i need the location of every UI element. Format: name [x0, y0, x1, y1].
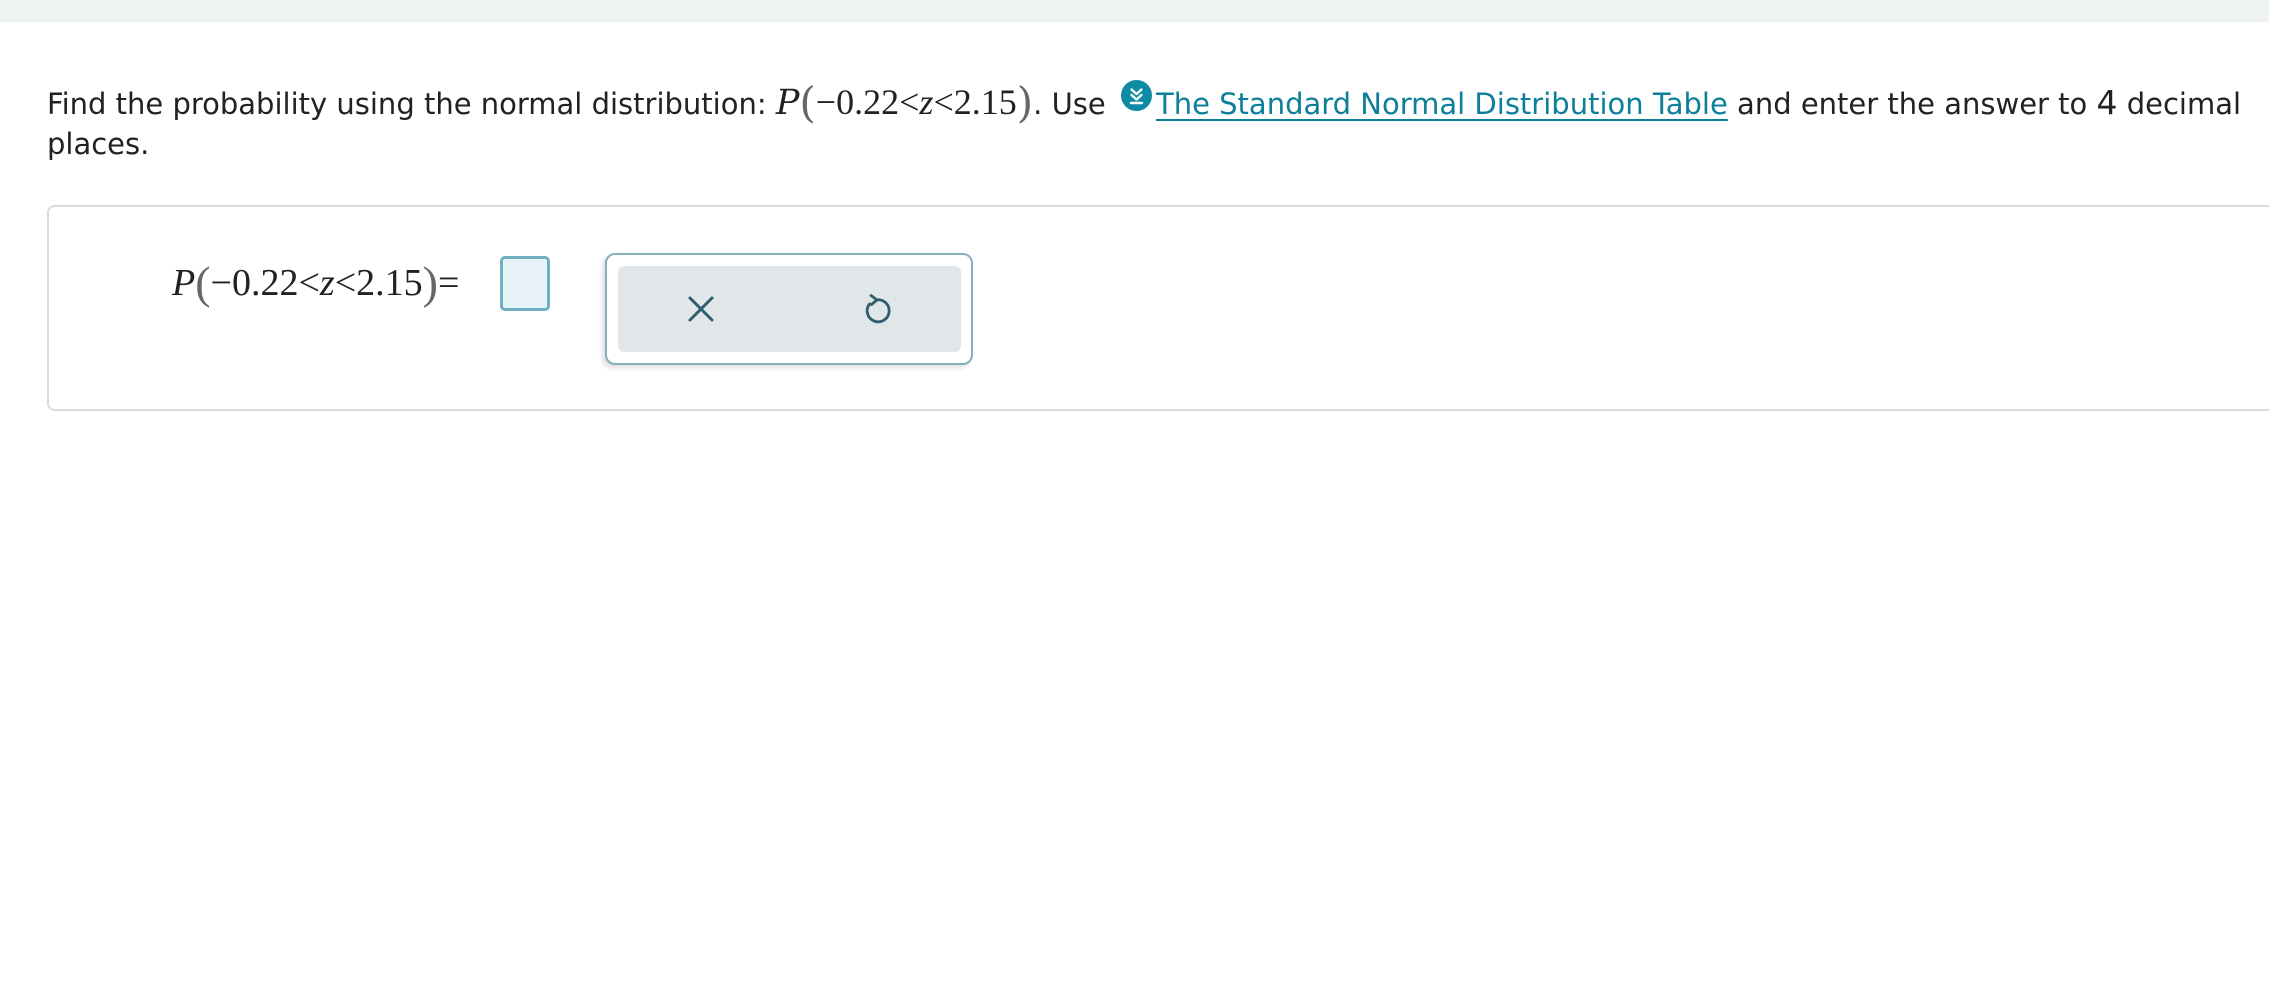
question-text: Find the probability using the normal di… [47, 80, 2257, 164]
eq-upper-bound: 2.15 [356, 262, 423, 304]
eq-variable: z [319, 262, 335, 304]
undo-icon [865, 294, 891, 324]
eq-close-paren: ) [422, 257, 438, 308]
math-less-than: < [899, 82, 920, 122]
eq-less-than: < [334, 262, 357, 304]
question-math: P(−0.22<z<2.15) [775, 82, 1033, 124]
eq-equals: = [437, 262, 460, 304]
question-use-text: . Use [1033, 87, 1115, 121]
math-open-paren: ( [799, 78, 816, 127]
close-icon [688, 296, 714, 322]
eq-lower-bound: −0.22 [210, 262, 299, 304]
math-upper-bound: 2.15 [953, 82, 1017, 122]
math-less-than: < [933, 82, 954, 122]
undo-button[interactable] [856, 289, 896, 329]
eq-prob-symbol: P [172, 262, 196, 304]
question-mid-text: and enter the answer to [1727, 87, 2097, 121]
math-close-paren: ) [1016, 78, 1034, 127]
answer-equation: P(−0.22<z<2.15)= [172, 253, 459, 313]
top-bar [0, 0, 2269, 22]
math-prob-symbol: P [775, 83, 800, 123]
eq-less-than: < [298, 262, 320, 304]
answer-input[interactable] [500, 256, 550, 311]
math-lower-bound: −0.22 [815, 82, 900, 122]
clear-button[interactable] [681, 289, 721, 329]
download-info-icon[interactable] [1120, 80, 1152, 111]
answer-toolbar-inner [618, 266, 961, 352]
answer-toolbar [605, 253, 973, 365]
eq-open-paren: ( [195, 257, 211, 308]
math-variable: z [919, 82, 934, 122]
standard-normal-table-link[interactable]: The Standard Normal Distribution Table [1156, 87, 1728, 121]
decimal-count: 4 [2096, 83, 2118, 122]
question-prefix: Find the probability using the normal di… [47, 87, 776, 121]
